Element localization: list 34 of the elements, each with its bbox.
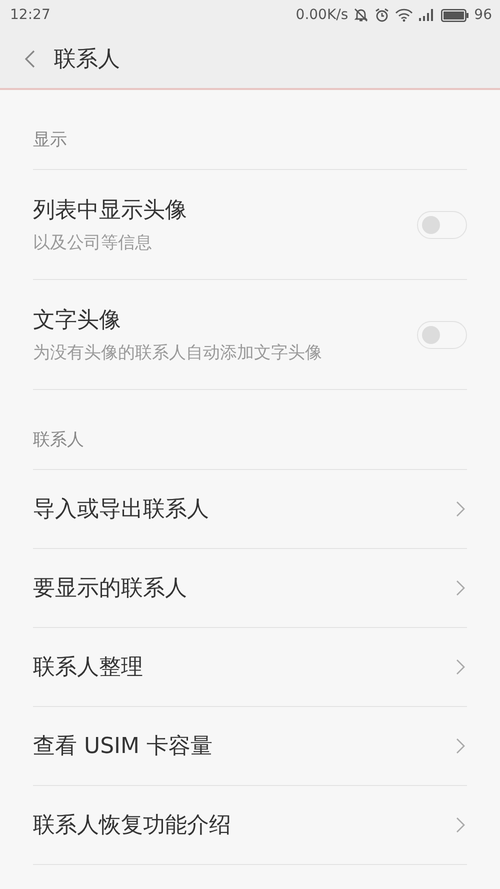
menu-item[interactable]: 查看 USIM 卡容量 bbox=[33, 707, 467, 786]
back-chevron-icon bbox=[24, 49, 36, 69]
toggle-row[interactable]: 文字头像 为没有头像的联系人自动添加文字头像 bbox=[33, 280, 467, 390]
menu-label: 联系人恢复功能介绍 bbox=[33, 812, 231, 840]
page-title: 联系人 bbox=[54, 46, 120, 74]
setting-description: 为没有头像的联系人自动添加文字头像 bbox=[33, 342, 322, 364]
toggle-row[interactable]: 列表中显示头像 以及公司等信息 bbox=[33, 170, 467, 280]
setting-label: 文字头像 bbox=[33, 307, 122, 335]
clock-time: 12:27 bbox=[10, 7, 50, 23]
setting-description: 以及公司等信息 bbox=[33, 232, 153, 254]
toggle-switch[interactable] bbox=[417, 320, 467, 348]
menu-label: 查看 USIM 卡容量 bbox=[33, 733, 213, 761]
section-header: 联系人 bbox=[33, 390, 467, 470]
battery-icon bbox=[441, 8, 470, 22]
toggle-switch[interactable] bbox=[417, 210, 467, 238]
network-speed: 0.00K/s bbox=[296, 7, 348, 23]
wifi-icon bbox=[395, 8, 414, 22]
battery-level: 96 bbox=[474, 7, 492, 23]
muted-bell-icon bbox=[353, 7, 370, 23]
setting-label: 列表中显示头像 bbox=[33, 197, 187, 225]
alarm-clock-icon bbox=[374, 7, 390, 23]
chevron-right-icon bbox=[456, 580, 465, 596]
menu-label: 导入或导出联系人 bbox=[33, 496, 209, 524]
chevron-right-icon bbox=[456, 501, 465, 517]
menu-label: 要显示的联系人 bbox=[33, 575, 187, 603]
menu-item[interactable]: 要显示的联系人 bbox=[33, 549, 467, 628]
section-header: 显示 bbox=[33, 90, 467, 170]
chevron-right-icon bbox=[456, 659, 465, 675]
menu-item[interactable]: 导入或导出联系人 bbox=[33, 470, 467, 549]
chevron-right-icon bbox=[456, 738, 465, 754]
chevron-right-icon bbox=[456, 817, 465, 833]
menu-label: 联系人整理 bbox=[33, 654, 143, 682]
menu-item[interactable]: 联系人整理 bbox=[33, 628, 467, 707]
menu-item[interactable]: 联系人恢复功能介绍 bbox=[33, 786, 467, 865]
